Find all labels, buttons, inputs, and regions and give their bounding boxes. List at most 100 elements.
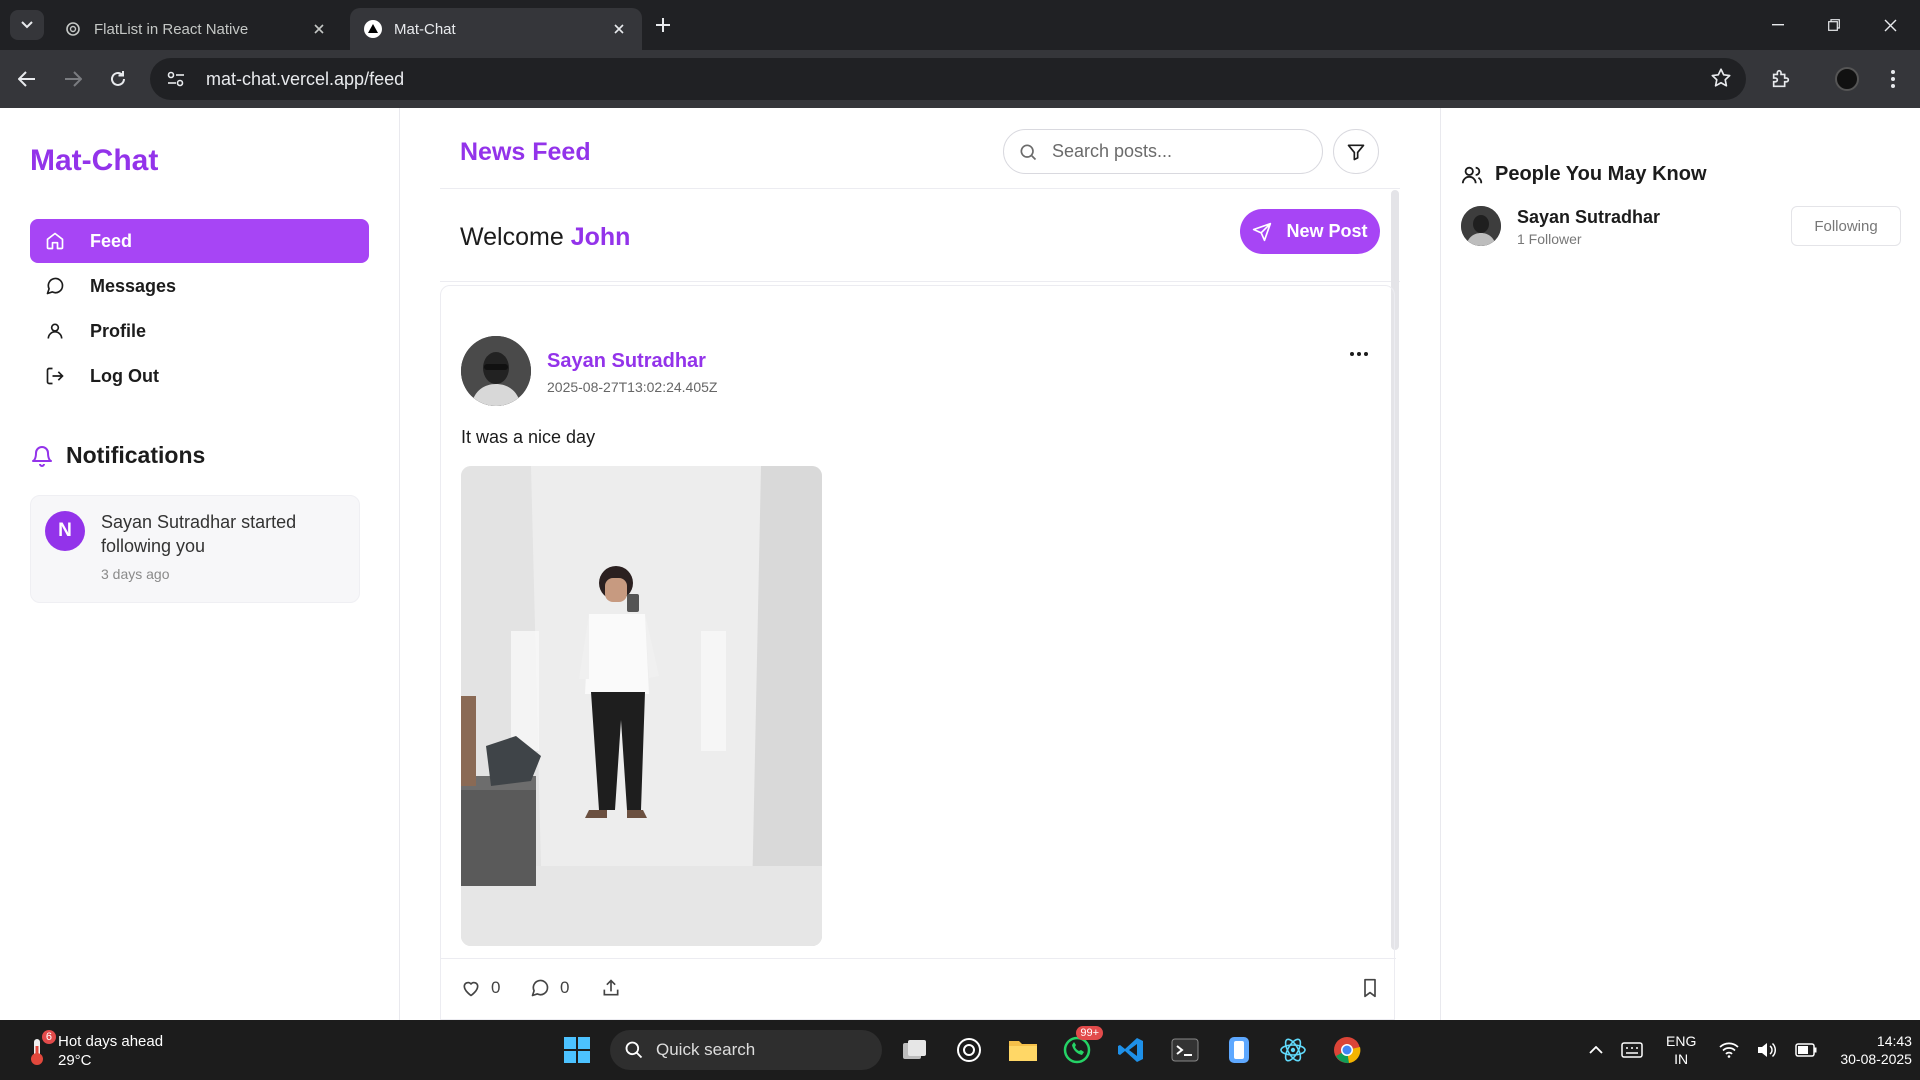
weather-widget[interactable]: 6 Hot days ahead 29°C — [26, 1030, 163, 1070]
minimize-icon — [1772, 24, 1784, 26]
wifi-icon[interactable] — [1719, 1042, 1739, 1058]
task-view-button[interactable] — [893, 1028, 937, 1072]
following-button[interactable]: Following — [1791, 206, 1901, 246]
suggestion-followers: 1 Follower — [1517, 231, 1582, 247]
notification-text: Sayan Sutradhar started following you — [101, 512, 297, 556]
volume-icon[interactable] — [1757, 1042, 1777, 1058]
terminal-icon — [1171, 1038, 1199, 1062]
search-input[interactable] — [1052, 141, 1302, 162]
tab-search-button[interactable] — [10, 10, 44, 40]
weather-temp: 29°C — [58, 1052, 92, 1069]
browser-tab-bar: FlatList in React Native Mat-Chat — [0, 0, 1920, 50]
search-box[interactable] — [1003, 129, 1323, 174]
folder-icon — [1009, 1041, 1037, 1061]
nav-item-logout[interactable]: Log Out — [30, 354, 369, 398]
bookmark-star-icon[interactable] — [1710, 67, 1732, 94]
forward-button[interactable] — [58, 64, 88, 94]
comment-button[interactable]: 0 — [530, 978, 569, 998]
minimize-button[interactable] — [1750, 0, 1806, 50]
start-button[interactable] — [555, 1028, 599, 1072]
chevron-up-icon[interactable] — [1589, 1046, 1603, 1054]
avatar[interactable] — [1461, 206, 1501, 246]
clock[interactable]: 14:43 30-08-2025 — [1840, 1032, 1912, 1068]
vercel-icon — [364, 20, 382, 38]
comment-count: 0 — [560, 978, 570, 997]
restore-button[interactable] — [1806, 0, 1862, 50]
app-viewport: Mat-Chat Feed Messages Profile Log Out N… — [0, 108, 1920, 1020]
suggestion-name[interactable]: Sayan Sutradhar — [1517, 207, 1660, 228]
users-icon — [1461, 164, 1483, 186]
system-tray: ENG IN 14:43 30-08-2025 — [1580, 1030, 1912, 1070]
post-actions: 0 0 — [441, 958, 1396, 1021]
language-indicator[interactable]: ENG IN — [1666, 1032, 1696, 1068]
reload-button[interactable] — [103, 64, 133, 94]
phone-link-app[interactable] — [1217, 1028, 1261, 1072]
current-user-name: John — [570, 223, 631, 251]
close-tab-icon[interactable] — [310, 20, 328, 38]
filter-button[interactable] — [1333, 129, 1379, 174]
search-icon — [625, 1041, 643, 1059]
avatar[interactable] — [461, 336, 531, 406]
post-text: It was a nice day — [461, 427, 596, 447]
nav-label: Profile — [90, 320, 147, 341]
keyboard-icon[interactable] — [1621, 1042, 1643, 1058]
bookmark-button[interactable] — [1361, 978, 1389, 998]
back-button[interactable] — [12, 64, 42, 94]
logout-icon — [44, 365, 66, 387]
site-info-icon[interactable] — [164, 67, 188, 91]
tab-mat-chat[interactable]: Mat-Chat — [350, 8, 642, 50]
page-title: News Feed — [460, 138, 591, 166]
arrow-left-icon — [18, 71, 35, 87]
chrome-app[interactable] — [1325, 1028, 1369, 1072]
terminal-app[interactable] — [1163, 1028, 1207, 1072]
nav-item-profile[interactable]: Profile — [30, 309, 369, 353]
welcome-row: Welcome John New Post — [440, 190, 1400, 282]
post-image[interactable] — [461, 466, 822, 946]
post-author[interactable]: Sayan Sutradhar — [547, 350, 706, 373]
taskbar-search[interactable]: Quick search — [610, 1030, 882, 1070]
arrow-right-icon — [65, 71, 82, 87]
react-devtools-app[interactable] — [1271, 1028, 1315, 1072]
thermometer-icon: 6 — [26, 1030, 56, 1066]
filter-icon — [1347, 144, 1365, 160]
close-window-button[interactable] — [1862, 0, 1918, 50]
nav-item-messages[interactable]: Messages — [30, 264, 369, 308]
lang-top: ENG — [1666, 1033, 1697, 1049]
phone-icon — [1229, 1037, 1249, 1063]
puzzle-icon — [1772, 69, 1790, 88]
clock-date: 30-08-2025 — [1840, 1051, 1912, 1067]
battery-icon[interactable] — [1795, 1043, 1817, 1057]
restore-icon — [1828, 19, 1840, 31]
suggestions-title: People You May Know — [1495, 163, 1707, 185]
suggestions-heading: People You May Know — [1461, 163, 1707, 186]
address-bar[interactable]: mat-chat.vercel.app/feed — [150, 58, 1746, 100]
brand-logo[interactable]: Mat-Chat — [30, 144, 158, 178]
vscode-app[interactable] — [1109, 1028, 1153, 1072]
file-explorer-app[interactable] — [1001, 1028, 1045, 1072]
post-options-button[interactable] — [1347, 342, 1371, 366]
nav-item-feed[interactable]: Feed — [30, 219, 369, 263]
notification-item[interactable]: N Sayan Sutradhar started following you … — [30, 495, 360, 603]
like-button[interactable]: 0 — [461, 978, 500, 998]
extensions-button[interactable] — [1766, 64, 1796, 94]
welcome-prefix: Welcome — [460, 223, 564, 251]
browser-toolbar: mat-chat.vercel.app/feed — [0, 50, 1920, 108]
react-icon — [1280, 1038, 1306, 1062]
notification-time: 3 days ago — [101, 566, 170, 582]
windows-icon — [564, 1037, 590, 1063]
openai-icon — [64, 20, 82, 38]
profile-button[interactable] — [1832, 64, 1862, 94]
chrome-menu-button[interactable] — [1878, 64, 1908, 94]
tab-flatlist[interactable]: FlatList in React Native — [50, 8, 342, 50]
chatgpt-app[interactable] — [947, 1028, 991, 1072]
feed-header: News Feed — [440, 108, 1400, 189]
post-card: Sayan Sutradhar 2025-08-27T13:02:24.405Z… — [440, 285, 1396, 1021]
new-tab-button[interactable] — [650, 12, 676, 38]
bookmark-icon — [1361, 978, 1379, 998]
new-post-button[interactable]: New Post — [1240, 209, 1380, 254]
share-button[interactable] — [601, 978, 631, 998]
nav-label: Feed — [90, 230, 133, 251]
weather-text: Hot days ahead 29°C — [58, 1032, 163, 1070]
whatsapp-app[interactable]: 99+ — [1055, 1026, 1103, 1072]
close-tab-icon[interactable] — [610, 20, 628, 38]
